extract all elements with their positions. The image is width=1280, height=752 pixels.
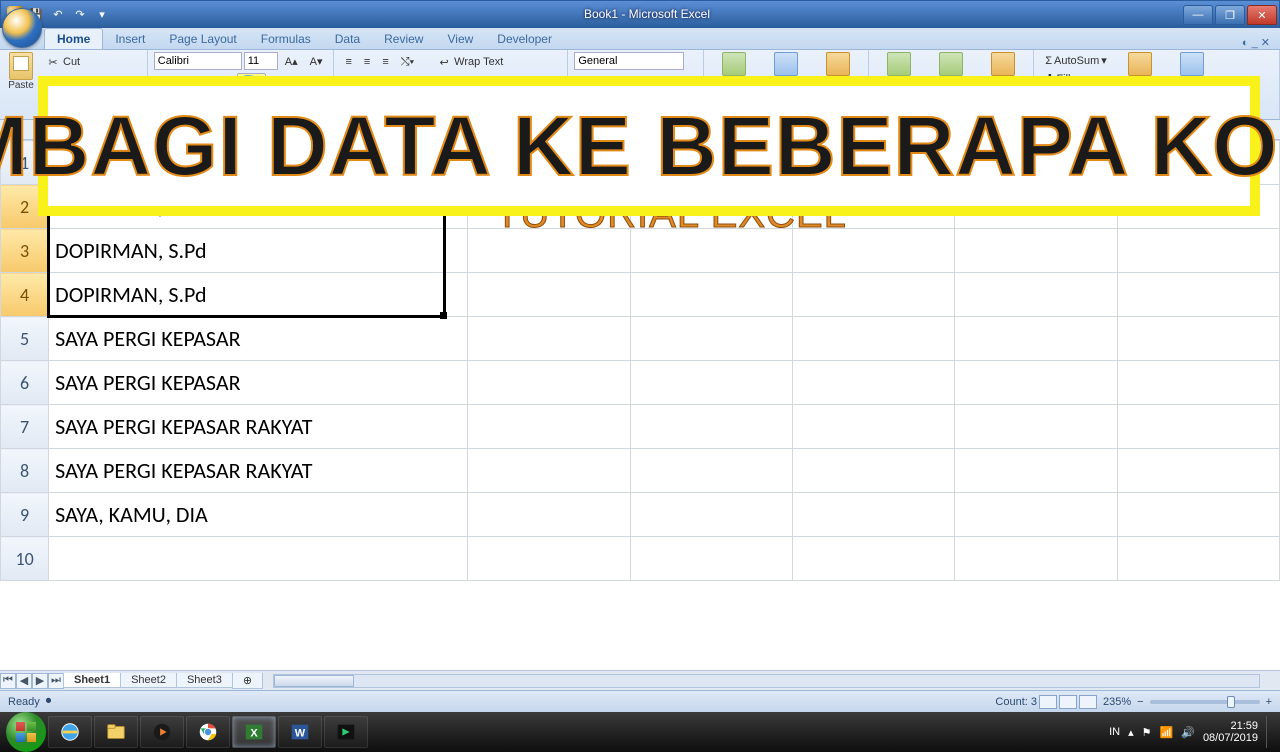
- ribbon-tabs: Home Insert Page Layout Formulas Data Re…: [0, 28, 1280, 50]
- title-bar: 💾 ↶ ↷ ▾ Book1 - Microsoft Excel — ❐ ✕: [0, 0, 1280, 28]
- help-button[interactable]: ◐ _ ✕: [1242, 36, 1280, 49]
- taskbar-ie[interactable]: [48, 716, 92, 748]
- scissors-icon: ✂: [45, 54, 61, 70]
- row-header-9[interactable]: 9: [1, 493, 49, 537]
- nav-next[interactable]: ▶: [32, 673, 48, 689]
- shrink-font[interactable]: A▾: [305, 52, 328, 70]
- start-button[interactable]: [6, 712, 46, 752]
- view-break[interactable]: [1079, 695, 1097, 709]
- tray-flag-icon[interactable]: ⚑: [1142, 726, 1152, 739]
- video-title-overlay: MEMBAGI DATA KE BEBERAPA KOLOM: [38, 76, 1260, 216]
- wrap-text[interactable]: ↩Wrap Text: [431, 52, 508, 72]
- cell-A9[interactable]: SAYA, KAMU, DIA: [49, 493, 468, 537]
- nav-first[interactable]: ⏮: [0, 673, 16, 689]
- zoom-out[interactable]: −: [1137, 696, 1143, 708]
- office-button[interactable]: [2, 8, 42, 48]
- show-desktop[interactable]: [1266, 716, 1274, 748]
- view-normal[interactable]: [1039, 695, 1057, 709]
- sheet-tab-new[interactable]: ⊕: [232, 673, 263, 689]
- align-top[interactable]: ≡: [340, 52, 356, 72]
- tab-review[interactable]: Review: [372, 29, 435, 49]
- qat-redo[interactable]: ↷: [71, 5, 89, 23]
- grow-font[interactable]: A▴: [280, 52, 303, 70]
- taskbar-word[interactable]: W: [278, 716, 322, 748]
- row-header-4[interactable]: 4: [1, 273, 49, 317]
- qat-more[interactable]: ▾: [93, 5, 111, 23]
- nav-last[interactable]: ⏭: [48, 673, 64, 689]
- tab-formulas[interactable]: Formulas: [249, 29, 323, 49]
- orientation[interactable]: ⤭▾: [396, 52, 419, 72]
- nav-prev[interactable]: ◀: [16, 673, 32, 689]
- row-header-8[interactable]: 8: [1, 449, 49, 493]
- sheet-tab-3[interactable]: Sheet3: [176, 673, 233, 688]
- tab-developer[interactable]: Developer: [485, 29, 564, 49]
- cell-A8[interactable]: SAYA PERGI KEPASAR RAKYAT: [49, 449, 468, 493]
- status-ready: Ready: [8, 696, 40, 708]
- taskbar-excel[interactable]: X: [232, 716, 276, 748]
- status-bar: Ready ⏺ Count: 3 235% − +: [0, 690, 1280, 712]
- window-title: Book1 - Microsoft Excel: [111, 7, 1183, 21]
- cell-A7[interactable]: SAYA PERGI KEPASAR RAKYAT: [49, 405, 468, 449]
- tray-network-icon[interactable]: 📶: [1160, 726, 1174, 739]
- svg-text:X: X: [250, 728, 258, 740]
- close-button[interactable]: ✕: [1247, 5, 1277, 25]
- taskbar-explorer[interactable]: [94, 716, 138, 748]
- view-layout[interactable]: [1059, 695, 1077, 709]
- cell-A10[interactable]: [49, 537, 468, 581]
- tab-insert[interactable]: Insert: [103, 29, 157, 49]
- cut-button[interactable]: ✂Cut: [40, 52, 141, 72]
- tab-pagelayout[interactable]: Page Layout: [157, 29, 248, 49]
- row-header-10[interactable]: 10: [1, 537, 49, 581]
- tab-data[interactable]: Data: [323, 29, 372, 49]
- sheet-tab-bar: ⏮◀▶⏭ Sheet1 Sheet2 Sheet3 ⊕: [0, 670, 1280, 690]
- sheet-tab-2[interactable]: Sheet2: [120, 673, 177, 688]
- tray-clock[interactable]: 21:59 08/07/2019: [1203, 720, 1258, 744]
- qat-undo[interactable]: ↶: [49, 5, 67, 23]
- macro-record-icon[interactable]: ⏺: [46, 695, 52, 708]
- cell-A3[interactable]: DOPIRMAN, S.Pd: [49, 229, 468, 273]
- taskbar: X W IN ▴ ⚑ 📶 🔊 21:59 08/07/2019: [0, 712, 1280, 752]
- row-header-5[interactable]: 5: [1, 317, 49, 361]
- align-bot[interactable]: ≡: [377, 52, 393, 72]
- taskbar-media[interactable]: [140, 716, 184, 748]
- zoom-in[interactable]: +: [1266, 696, 1272, 708]
- row-header-3[interactable]: 3: [1, 229, 49, 273]
- cell-A5[interactable]: SAYA PERGI KEPASAR: [49, 317, 468, 361]
- zoom-slider[interactable]: [1150, 700, 1260, 704]
- align-mid[interactable]: ≡: [359, 52, 375, 72]
- font-name[interactable]: [154, 52, 242, 70]
- worksheet[interactable]: 1 NAMA LENGKAP 2 DOPIRMAN, S.Pd 3 DOPIRM…: [0, 140, 1280, 670]
- zoom-level[interactable]: 235%: [1103, 696, 1131, 708]
- tab-home[interactable]: Home: [44, 28, 103, 49]
- tray-up-icon[interactable]: ▴: [1128, 726, 1134, 739]
- minimize-button[interactable]: —: [1183, 5, 1213, 25]
- status-count: Count: 3: [995, 696, 1037, 708]
- taskbar-chrome[interactable]: [186, 716, 230, 748]
- taskbar-other[interactable]: [324, 716, 368, 748]
- hscroll[interactable]: [273, 674, 1260, 688]
- paste-button[interactable]: Paste: [6, 52, 36, 91]
- row-header-7[interactable]: 7: [1, 405, 49, 449]
- cell-A6[interactable]: SAYA PERGI KEPASAR: [49, 361, 468, 405]
- number-format[interactable]: [574, 52, 684, 70]
- wrap-icon: ↩: [436, 54, 452, 70]
- sheet-tab-1[interactable]: Sheet1: [63, 673, 121, 688]
- maximize-button[interactable]: ❐: [1215, 5, 1245, 25]
- svg-text:W: W: [295, 728, 306, 740]
- cell-A4[interactable]: DOPIRMAN, S.Pd: [49, 273, 468, 317]
- tray-volume-icon[interactable]: 🔊: [1181, 726, 1195, 739]
- tray-lang[interactable]: IN: [1109, 726, 1120, 738]
- row-header-6[interactable]: 6: [1, 361, 49, 405]
- tab-view[interactable]: View: [435, 29, 485, 49]
- font-size[interactable]: [244, 52, 278, 70]
- autosum[interactable]: Σ AutoSum▾: [1040, 52, 1112, 69]
